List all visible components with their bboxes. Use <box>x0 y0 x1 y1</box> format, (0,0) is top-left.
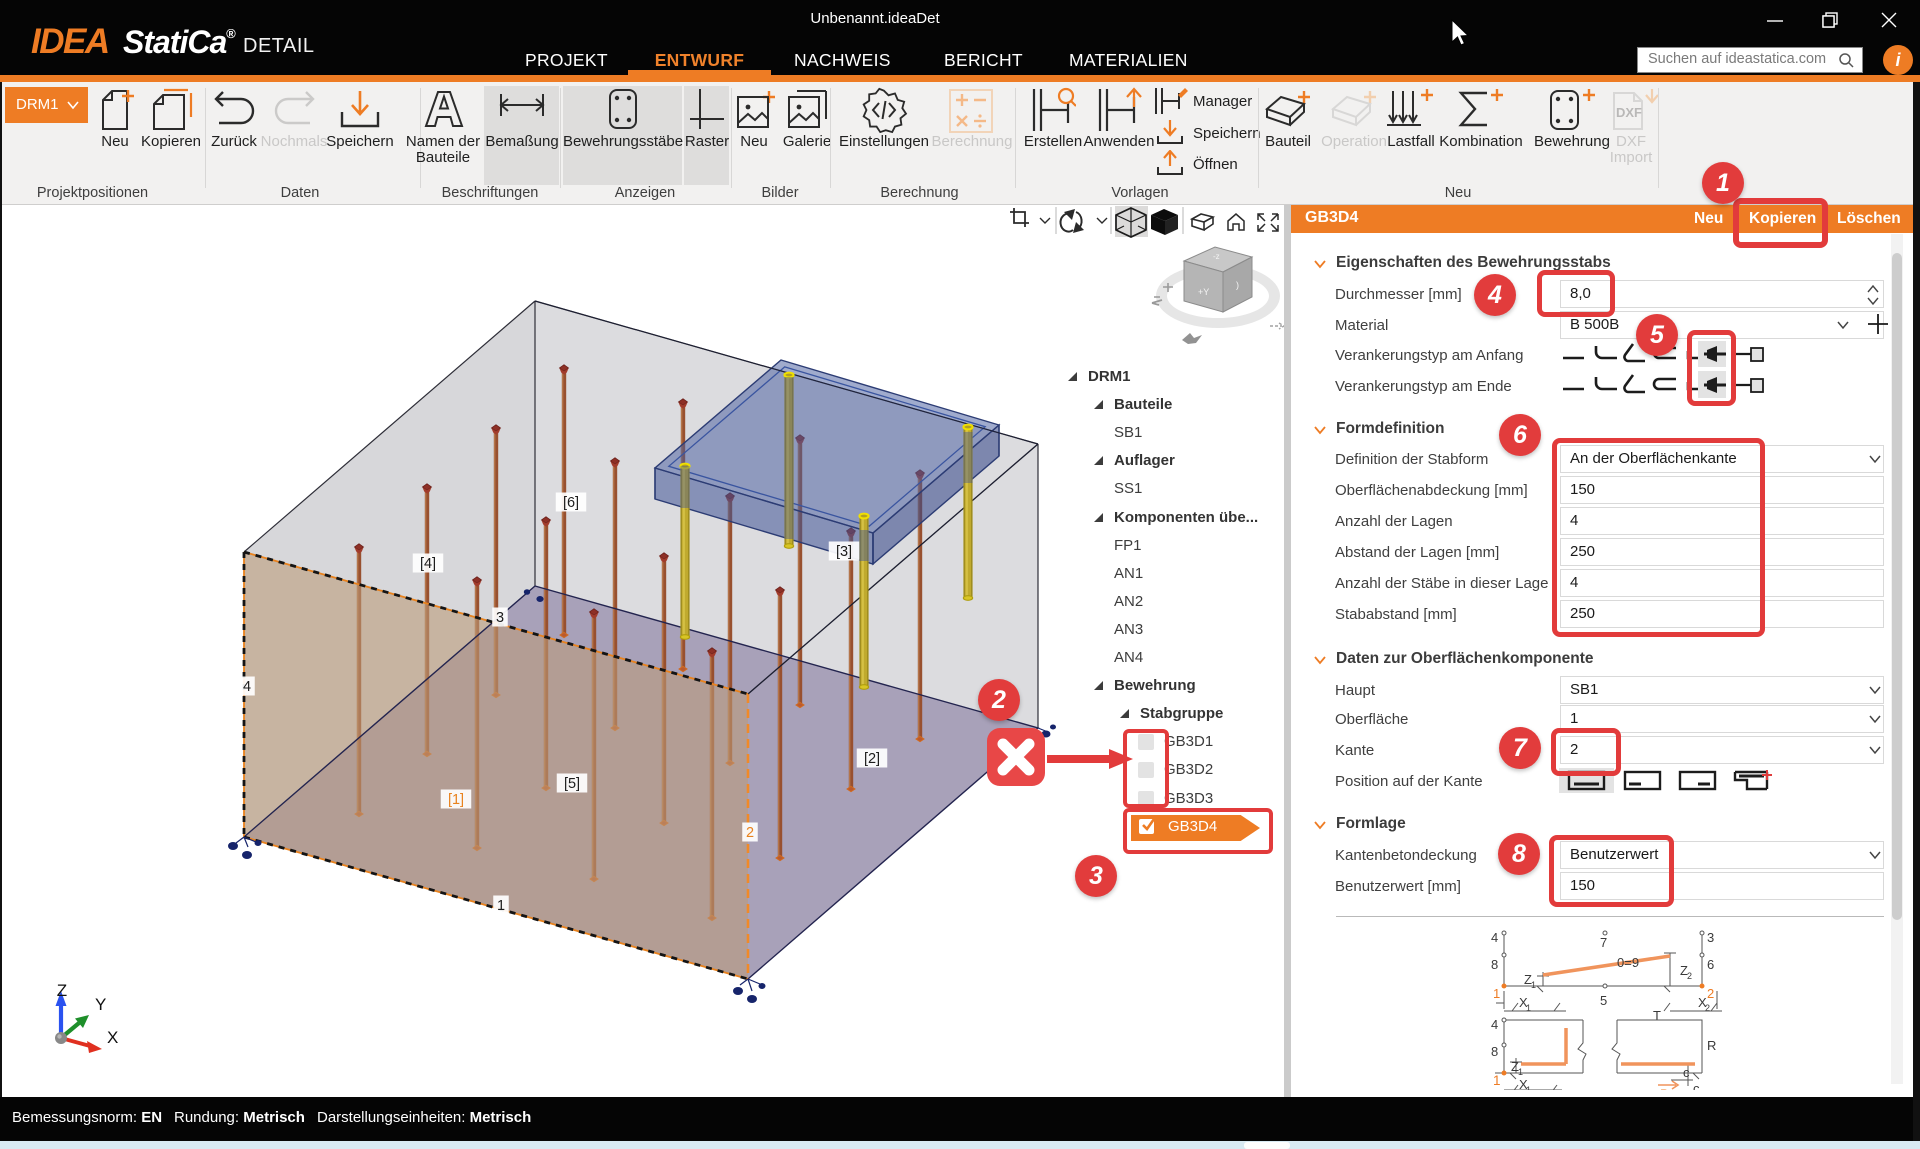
svg-text:[3]: [3] <box>836 544 852 560</box>
svg-text:5: 5 <box>1600 993 1607 1008</box>
svg-text:1: 1 <box>1493 1073 1501 1088</box>
svg-text:T: T <box>1653 1008 1661 1023</box>
svg-text:2: 2 <box>1687 971 1692 981</box>
svg-text:): ) <box>1236 280 1239 290</box>
svg-text:3: 3 <box>1707 930 1714 945</box>
svg-text:Y: Y <box>95 995 106 1014</box>
svg-text:c: c <box>1693 1081 1700 1090</box>
svg-text:DXF: DXF <box>1616 105 1642 120</box>
svg-text:c: c <box>1683 1065 1690 1080</box>
svg-text:2: 2 <box>1707 986 1714 1001</box>
svg-text:0=9: 0=9 <box>1617 955 1639 970</box>
svg-text:[6]: [6] <box>563 495 579 511</box>
svg-text:[1]: [1] <box>448 792 464 808</box>
svg-text:X: X <box>107 1028 118 1047</box>
svg-text:R: R <box>1707 1038 1716 1053</box>
svg-text:-z: -z <box>1213 252 1220 261</box>
svg-text:1: 1 <box>1526 1085 1531 1090</box>
svg-text:1: 1 <box>497 898 505 914</box>
svg-text:Z: Z <box>57 981 67 1000</box>
svg-text:+Y: +Y <box>1198 287 1209 297</box>
svg-text:2: 2 <box>1705 1003 1710 1013</box>
svg-text:7: 7 <box>1600 935 1607 950</box>
svg-text:8: 8 <box>1491 957 1498 972</box>
svg-text:[2]: [2] <box>864 751 880 767</box>
svg-text:3: 3 <box>496 610 504 626</box>
svg-text:1: 1 <box>1531 980 1536 990</box>
svg-text:[4]: [4] <box>420 556 436 572</box>
svg-text:2: 2 <box>746 825 754 841</box>
svg-text:1: 1 <box>1518 1067 1523 1077</box>
svg-text:4: 4 <box>243 679 251 695</box>
svg-text:1: 1 <box>1493 986 1500 1001</box>
svg-text:4: 4 <box>1491 930 1498 945</box>
svg-text:6: 6 <box>1707 957 1714 972</box>
svg-text:4: 4 <box>1491 1017 1498 1032</box>
svg-text:1: 1 <box>1526 1003 1531 1013</box>
svg-text:[5]: [5] <box>564 776 580 792</box>
svg-text:8: 8 <box>1491 1044 1498 1059</box>
svg-text:B: B <box>1660 1087 1669 1090</box>
